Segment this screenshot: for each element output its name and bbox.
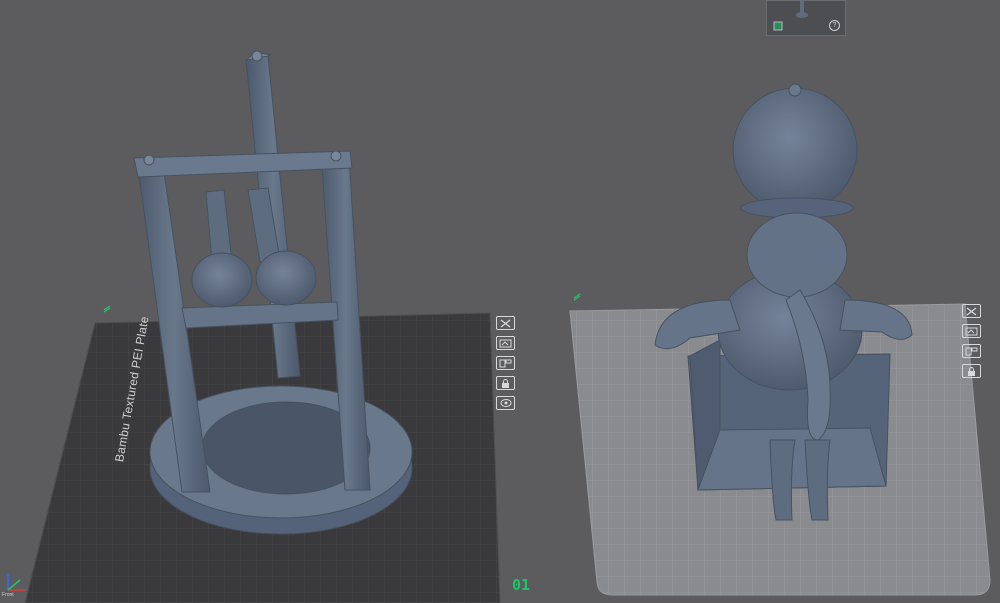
preview-model-thumbnail <box>796 1 808 18</box>
axis-gizmo-icon <box>7 574 26 591</box>
arrange-icon[interactable] <box>496 356 515 370</box>
lock-icon[interactable] <box>962 364 981 378</box>
navigation-preview[interactable]: ? <box>766 0 846 36</box>
view-cube-icon[interactable] <box>773 21 783 31</box>
plate-2-toolbar <box>962 304 981 378</box>
model-gallows-bell-stand[interactable] <box>133 50 413 535</box>
plate-number: 01 <box>512 576 531 594</box>
auto-orient-icon[interactable] <box>496 336 515 350</box>
lock-icon[interactable] <box>496 376 515 390</box>
axis-view-label: Front <box>2 592 14 598</box>
auto-orient-icon[interactable] <box>962 324 981 338</box>
help-icon[interactable]: ? <box>829 20 840 31</box>
settings-icon[interactable] <box>496 396 515 410</box>
plate-1-toolbar <box>496 316 515 410</box>
3d-viewport[interactable] <box>0 0 1000 603</box>
close-icon[interactable] <box>496 316 515 330</box>
close-icon[interactable] <box>962 304 981 318</box>
arrange-icon[interactable] <box>962 344 981 358</box>
